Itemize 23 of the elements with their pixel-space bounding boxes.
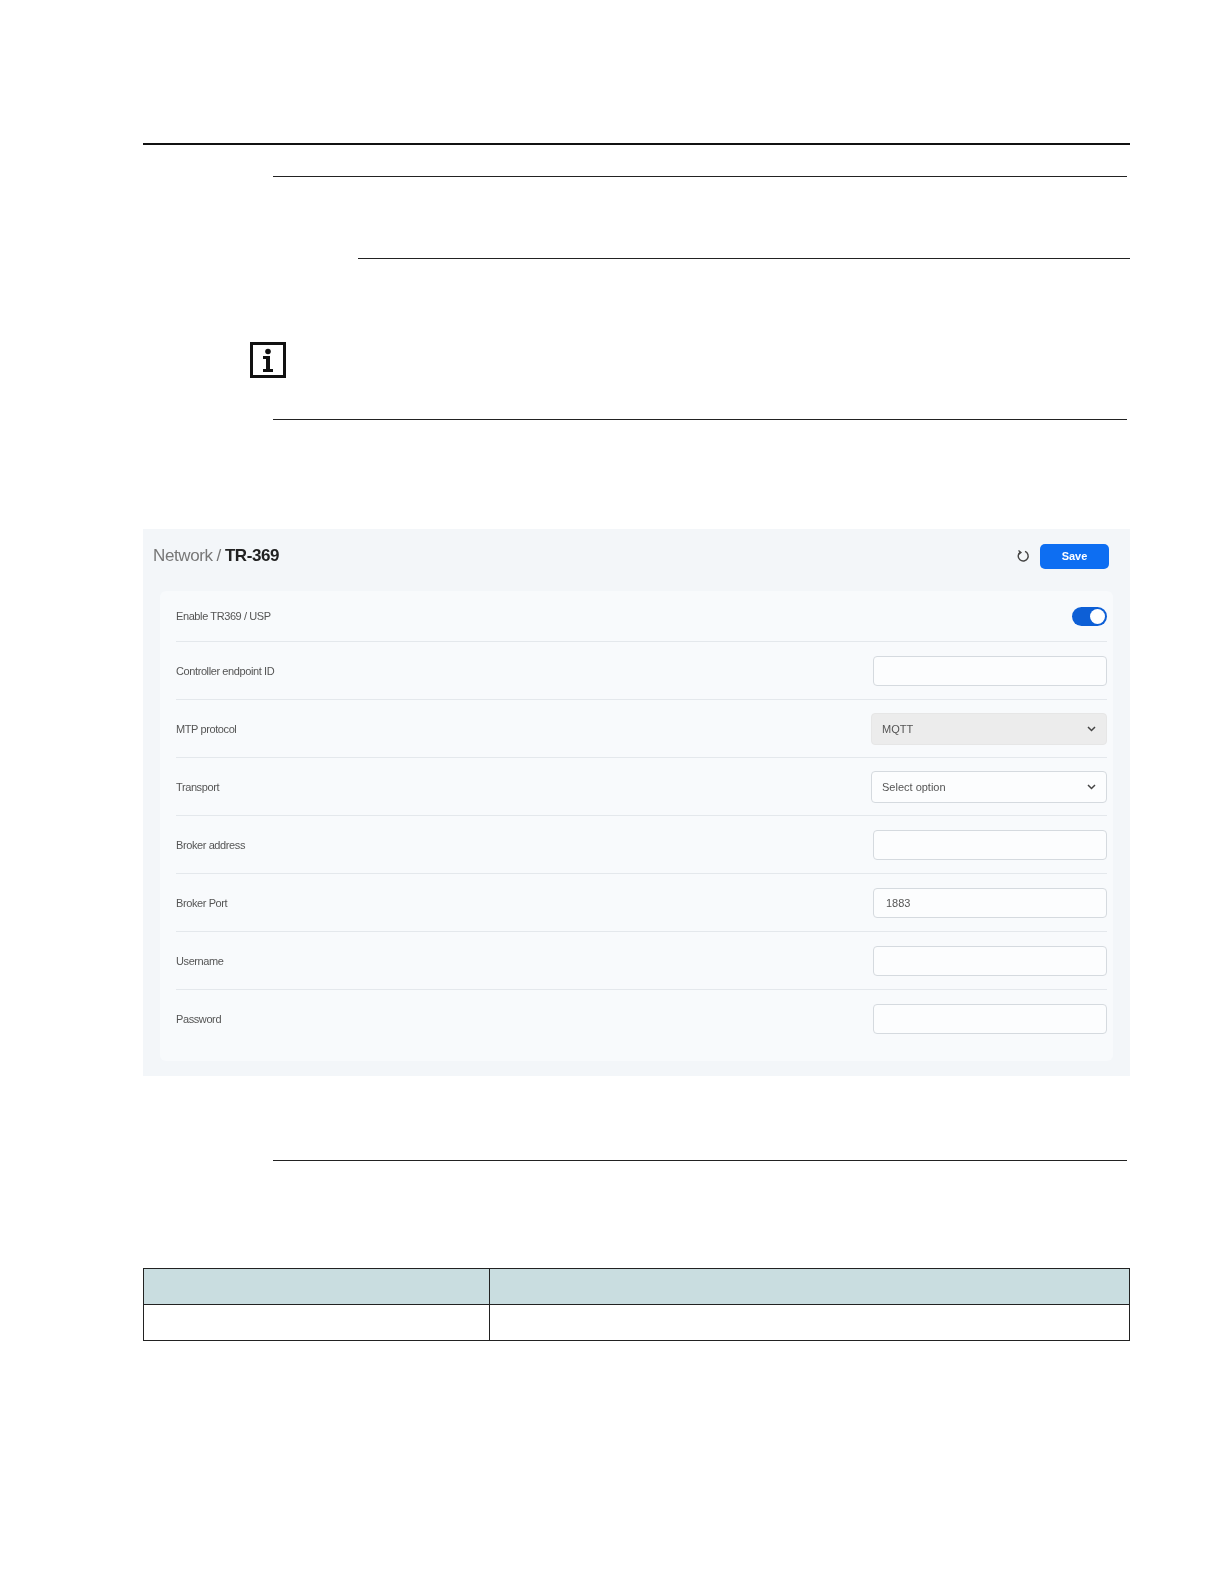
select-field[interactable]: Select option: [871, 770, 1107, 803]
breadcrumb-link[interactable]: Network: [153, 546, 213, 566]
page-title: TR-369: [224, 546, 280, 566]
input-field[interactable]: [873, 829, 1107, 860]
input-field[interactable]: 1883: [873, 887, 1107, 918]
setting-label: Broker Port: [176, 896, 229, 909]
breadcrumb-separator: /: [216, 546, 221, 566]
input-field[interactable]: [873, 945, 1107, 976]
setting-label: Password: [176, 1012, 223, 1025]
setting-label: Enable TR369 / USP: [176, 610, 272, 622]
setting-label: Username: [176, 954, 225, 967]
setting-label: Controller endpoint ID: [176, 664, 276, 677]
save-button[interactable]: Save: [1040, 543, 1109, 569]
setting-label: Transport: [176, 780, 221, 793]
setting-label: MTP protocol: [176, 722, 238, 735]
setting-label: Broker address: [176, 838, 246, 851]
info-icon: [250, 342, 286, 378]
input-field[interactable]: [873, 1003, 1107, 1034]
chevron-down-icon: [1087, 783, 1096, 790]
chevron-down-icon: [1087, 725, 1096, 732]
reset-icon[interactable]: [1016, 549, 1030, 563]
toggle-switch[interactable]: [1072, 606, 1107, 626]
input-field[interactable]: [873, 655, 1107, 686]
